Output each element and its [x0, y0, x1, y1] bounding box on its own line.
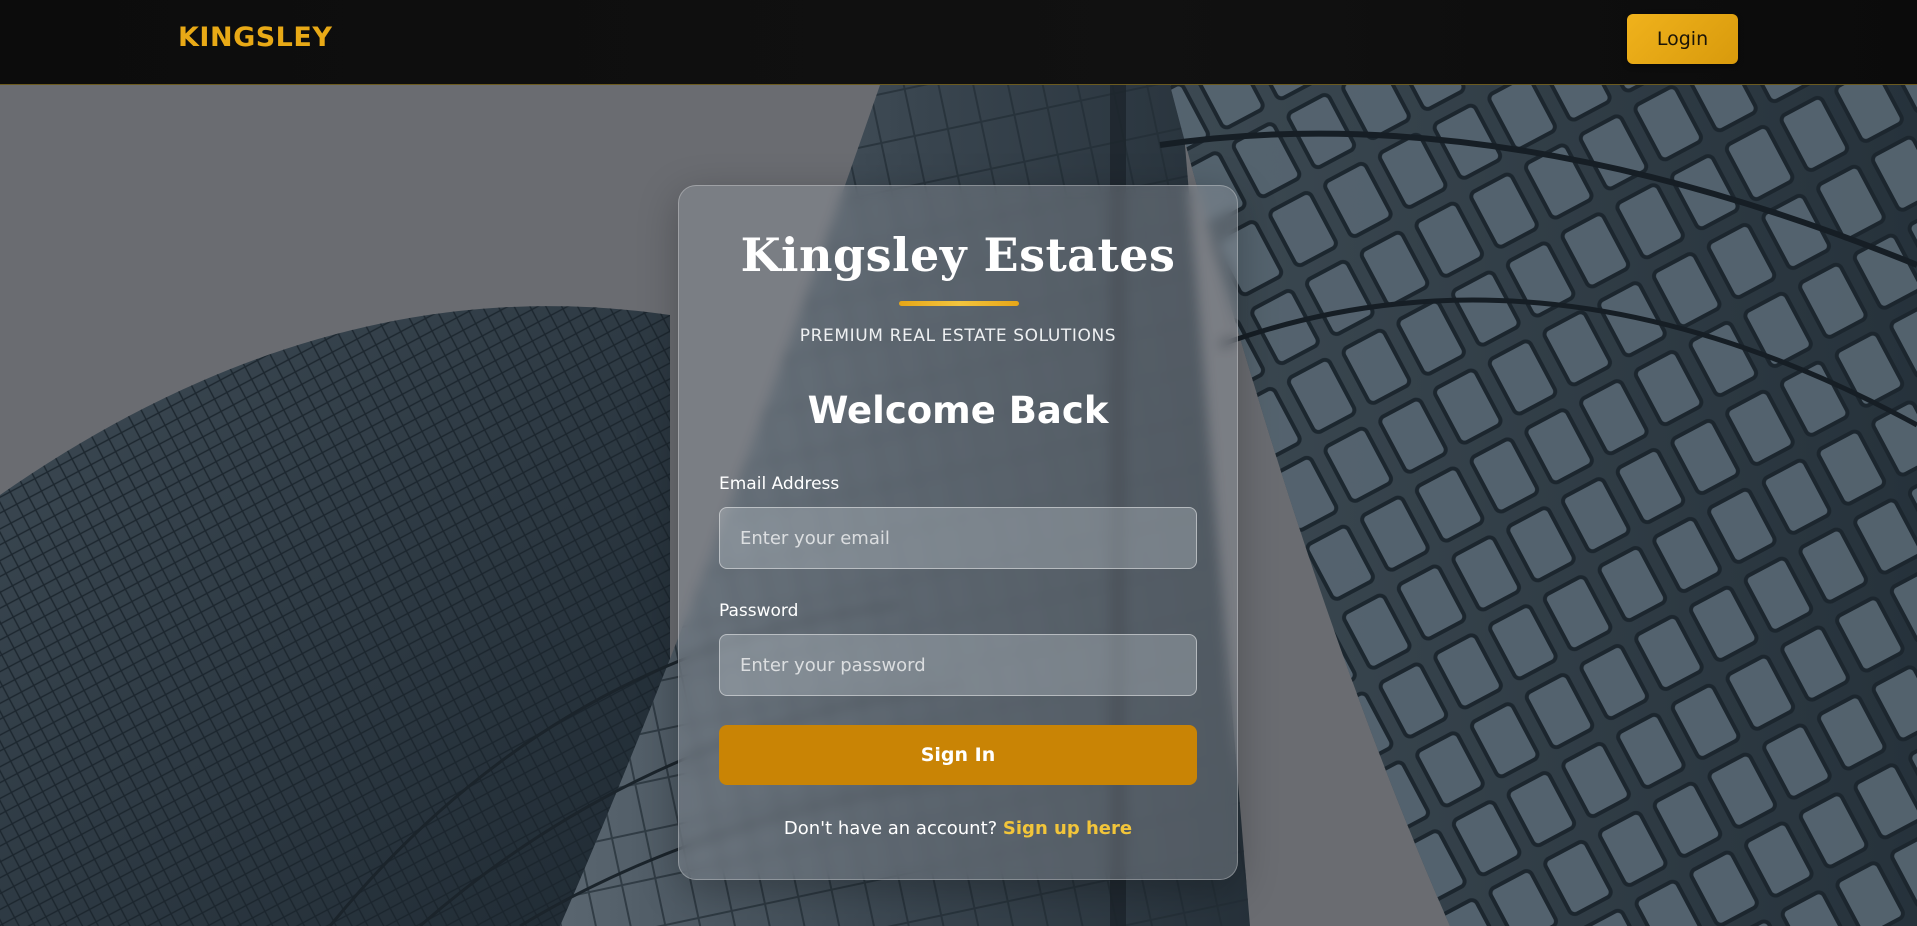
password-label: Password — [719, 601, 799, 621]
sign-in-button[interactable]: Sign In — [719, 725, 1197, 785]
signup-row: Don't have an account? Sign up here — [679, 818, 1237, 839]
email-field[interactable] — [719, 507, 1197, 569]
password-field[interactable] — [719, 634, 1197, 696]
login-card: Kingsley Estates PREMIUM REAL ESTATE SOL… — [678, 185, 1238, 880]
signup-prompt: Don't have an account? — [783, 818, 1003, 839]
card-title: Kingsley Estates — [740, 228, 1176, 282]
brand-logo[interactable]: KINGSLEY — [178, 22, 332, 53]
tagline: PREMIUM REAL ESTATE SOLUTIONS — [799, 326, 1117, 346]
title-underline-divider — [899, 301, 1019, 306]
login-button[interactable]: Login — [1627, 14, 1738, 64]
email-label: Email Address — [719, 474, 840, 494]
welcome-heading: Welcome Back — [807, 389, 1109, 432]
sign-up-link[interactable]: Sign up here — [1003, 818, 1132, 839]
top-navbar: KINGSLEY Login — [0, 0, 1917, 85]
